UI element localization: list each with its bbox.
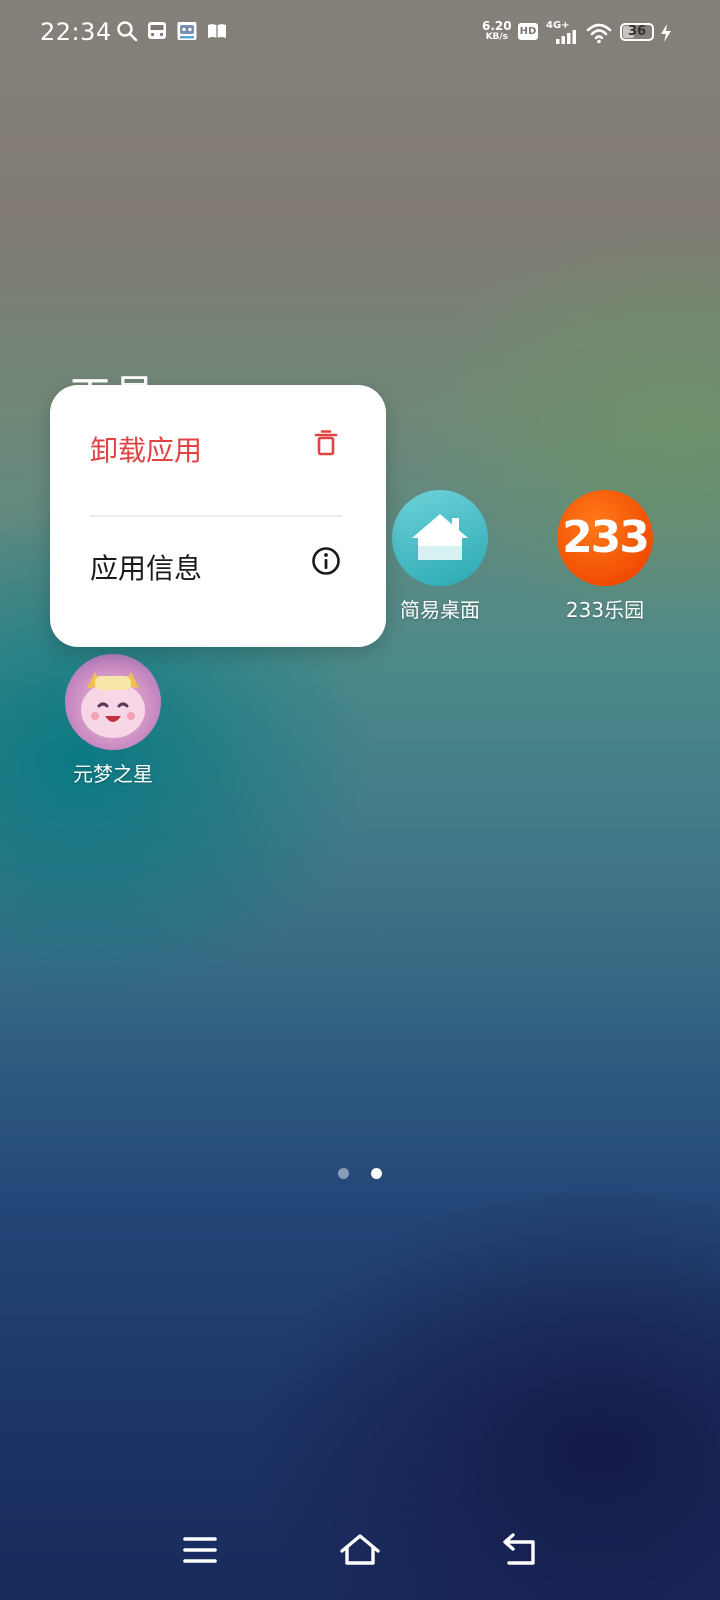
app-yuanmeng-star[interactable]: 元梦之星 [43, 654, 183, 787]
app-context-menu: 卸载应用 应用信息 [50, 385, 386, 647]
robot-app-icon [177, 22, 197, 40]
back-icon[interactable] [495, 1525, 545, 1575]
233-app-icon: 233 [557, 490, 653, 586]
net-speed: 6.20 KB/s [482, 20, 512, 42]
app-jianyi-desktop[interactable]: 简易桌面 [370, 490, 510, 623]
trash-icon [314, 430, 338, 456]
233-icon-text: 233 [562, 512, 650, 563]
charging-icon [661, 24, 671, 42]
net-speed-unit: KB/s [485, 32, 509, 42]
status-bar: 22:34 6.20 KB/s HD 4G+ 36 [0, 0, 720, 68]
menu-icon[interactable] [175, 1525, 225, 1575]
page-dot-1[interactable] [338, 1168, 349, 1179]
home-icon[interactable] [335, 1525, 385, 1575]
page-dot-2[interactable] [371, 1168, 382, 1179]
info-icon [312, 547, 340, 575]
page-indicator [338, 1168, 388, 1180]
battery-level: 36 [627, 24, 647, 39]
app-info-label: 应用信息 [90, 552, 203, 585]
search-icon [117, 21, 138, 42]
status-time: 22:34 [40, 18, 112, 46]
book-icon [208, 24, 226, 38]
net-speed-value: 6.20 [482, 19, 512, 33]
signal-icon [556, 30, 576, 44]
app-label: 元梦之星 [73, 762, 153, 786]
wifi-icon [586, 23, 612, 44]
app-label: 233乐园 [565, 598, 645, 622]
yuanmeng-app-icon [65, 654, 161, 750]
bus-icon [148, 22, 166, 39]
uninstall-app-label: 卸载应用 [90, 434, 203, 467]
home-app-icon [392, 490, 488, 586]
app-info-item[interactable]: 应用信息 [50, 503, 386, 619]
battery-icon: 36 [620, 23, 654, 41]
app-233-leyuan[interactable]: 233 233乐园 [535, 490, 675, 623]
app-label: 简易桌面 [400, 598, 480, 622]
hd-badge: HD [518, 23, 538, 40]
navigation-bar [0, 1505, 720, 1600]
uninstall-app-item[interactable]: 卸载应用 [50, 385, 386, 501]
